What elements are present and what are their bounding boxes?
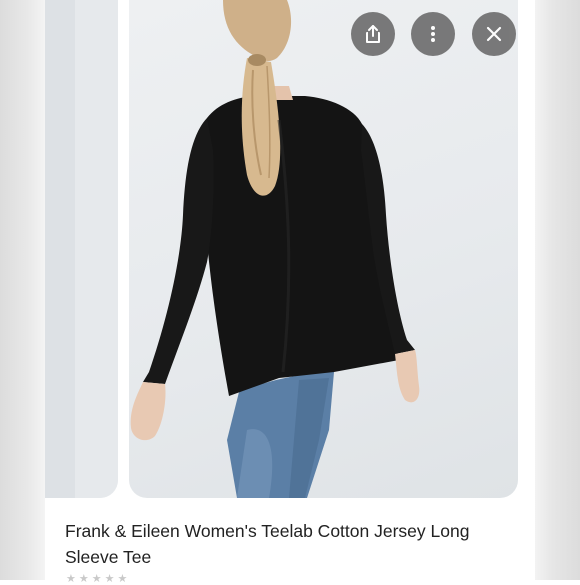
share-icon (366, 25, 380, 43)
more-options-button[interactable] (411, 12, 455, 56)
star-icon: ★ (91, 573, 105, 585)
more-vertical-icon (431, 26, 435, 42)
star-icon: ★ (66, 573, 79, 585)
previous-image-preview (45, 0, 118, 498)
background-blur-left (0, 0, 45, 580)
share-button[interactable] (351, 12, 395, 56)
product-image-card[interactable] (129, 0, 518, 498)
close-button[interactable] (472, 12, 516, 56)
background-blur-right (535, 0, 580, 580)
product-photo (130, 0, 420, 498)
previous-image-card[interactable] (45, 0, 118, 498)
star-icon: ★ (117, 573, 131, 585)
product-title: Frank & Eileen Women's Teelab Cotton Jer… (65, 521, 470, 567)
star-icon: ★ (78, 573, 92, 585)
rating-stars: ★★★★★ (66, 572, 130, 585)
star-icon: ★ (104, 573, 118, 585)
close-icon (486, 26, 502, 42)
